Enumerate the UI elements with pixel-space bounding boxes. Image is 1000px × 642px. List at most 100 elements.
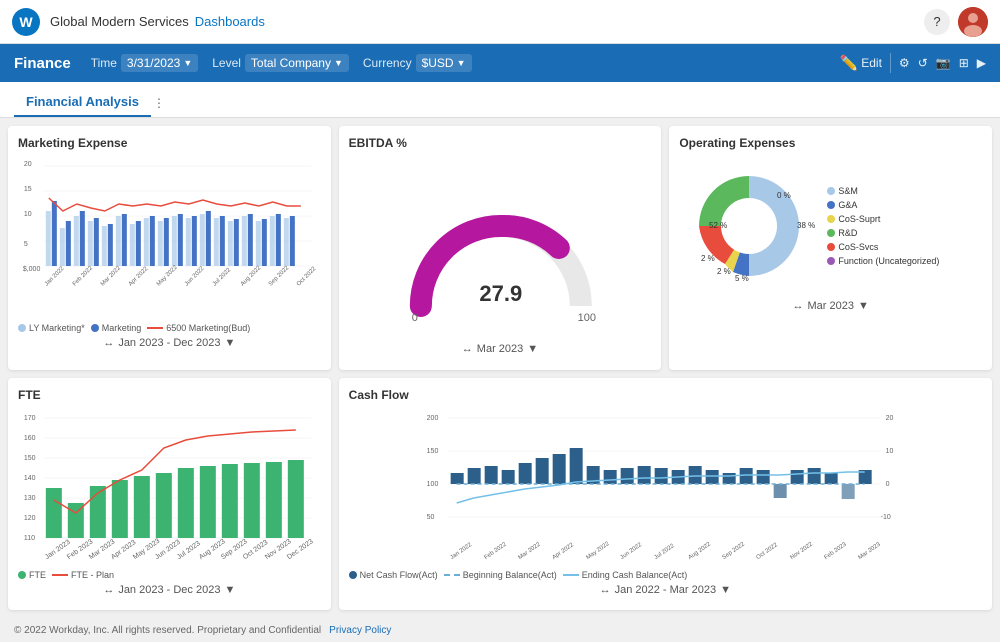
cashflow-footer[interactable]: ↔ Jan 2022 - Mar 2023 ▼	[349, 584, 982, 596]
refresh-button[interactable]: ↺	[918, 56, 928, 70]
svg-text:Feb 2023: Feb 2023	[823, 541, 848, 561]
svg-text:15: 15	[24, 186, 32, 193]
svg-text:150: 150	[426, 448, 438, 455]
privacy-policy-link[interactable]: Privacy Policy	[329, 625, 391, 636]
svg-text:50: 50	[426, 514, 434, 521]
svg-text:May 2022: May 2022	[585, 540, 611, 560]
svg-text:Jun 2022: Jun 2022	[619, 541, 643, 560]
svg-text:200: 200	[426, 415, 438, 422]
time-value[interactable]: 3/31/2023 ▼	[121, 54, 198, 72]
company-name: Global Modern Services	[50, 14, 189, 29]
svg-text:2 %: 2 %	[717, 267, 731, 276]
svg-text:5: 5	[24, 241, 28, 248]
opex-footer-caret: ▼	[858, 300, 869, 312]
svg-text:$,000: $,000	[23, 266, 41, 273]
svg-text:170: 170	[24, 415, 36, 422]
svg-text:-10: -10	[880, 514, 890, 521]
currency-filter: Currency $USD ▼	[363, 54, 472, 72]
level-filter: Level Total Company ▼	[212, 54, 349, 72]
dashboards-link[interactable]: Dashboards	[195, 14, 265, 29]
svg-text:52 %: 52 %	[709, 221, 727, 230]
cashflow-title: Cash Flow	[349, 388, 982, 402]
filter-button[interactable]: ⚙	[899, 56, 910, 70]
cashflow-footer-arrow: ↔	[600, 584, 611, 596]
svg-text:130: 130	[24, 495, 36, 502]
svg-text:160: 160	[24, 435, 36, 442]
svg-text:Feb 2022: Feb 2022	[72, 265, 95, 288]
svg-text:Sep 2022: Sep 2022	[268, 265, 291, 288]
marketing-expense-card: Marketing Expense 20 15 10 5 $,000	[8, 126, 331, 370]
svg-text:Oct 2022: Oct 2022	[755, 541, 779, 560]
svg-text:0: 0	[411, 312, 417, 324]
svg-text:Nov 2022: Nov 2022	[789, 541, 814, 561]
camera-icon: 📷	[936, 56, 951, 70]
svg-text:Apr 2022: Apr 2022	[128, 266, 150, 288]
svg-text:May 2022: May 2022	[156, 264, 179, 287]
fte-footer-caret: ▼	[224, 584, 235, 596]
svg-text:5 %: 5 %	[735, 274, 749, 283]
marketing-footer-caret: ▼	[224, 337, 235, 349]
svg-text:Jul 2022: Jul 2022	[212, 267, 233, 288]
svg-text:0 %: 0 %	[777, 191, 791, 200]
svg-text:27.9: 27.9	[479, 281, 522, 306]
svg-text:110: 110	[24, 535, 35, 542]
svg-text:20: 20	[24, 161, 32, 168]
svg-text:Oct 2022: Oct 2022	[296, 266, 318, 288]
camera-button[interactable]: 📷	[936, 56, 951, 70]
operating-expenses-chart: 0 % 38 % 2 % 52 % 5 % 2 %	[679, 156, 819, 296]
ebitda-footer-caret: ▼	[527, 343, 538, 355]
currency-label: Currency	[363, 56, 412, 70]
finance-title: Finance	[14, 55, 71, 72]
time-caret: ▼	[183, 58, 192, 68]
opex-footer[interactable]: ↔ Mar 2023 ▼	[679, 300, 982, 312]
grid-button[interactable]: ⊞	[959, 56, 969, 70]
svg-text:10: 10	[885, 448, 893, 455]
tab-menu-icon[interactable]: ⋮	[153, 95, 169, 111]
svg-text:140: 140	[24, 475, 36, 482]
cashflow-card: Cash Flow 200 150 100 50 20 10 0 -10	[339, 378, 992, 611]
marketing-footer[interactable]: ↔ Jan 2023 - Dec 2023 ▼	[18, 337, 321, 349]
marketing-expense-chart: 20 15 10 5 $,000	[18, 156, 321, 316]
currency-caret: ▼	[457, 58, 466, 68]
svg-text:38 %: 38 %	[797, 221, 815, 230]
time-label: Time	[91, 56, 117, 70]
operating-expenses-title: Operating Expenses	[679, 136, 982, 150]
svg-text:Mar 2023: Mar 2023	[857, 541, 882, 561]
pencil-icon: ✏️	[840, 54, 859, 72]
svg-text:2 %: 2 %	[701, 254, 715, 263]
operating-expenses-card: Operating Expenses 0 %	[669, 126, 992, 370]
video-icon: ▶	[977, 56, 986, 70]
fte-footer[interactable]: ↔ Jan 2023 - Dec 2023 ▼	[18, 584, 321, 596]
svg-text:Aug 2022: Aug 2022	[240, 265, 263, 288]
fte-legend: FTE FTE - Plan	[18, 570, 321, 580]
ebitda-footer[interactable]: ↔ Mar 2023 ▼	[349, 343, 652, 355]
financial-analysis-tab[interactable]: Financial Analysis	[14, 88, 151, 117]
svg-text:10: 10	[24, 211, 32, 218]
marketing-legend: LY Marketing* Marketing 6500 Marketing(B…	[18, 323, 321, 333]
finance-bar: Finance Time 3/31/2023 ▼ Level Total Com…	[0, 44, 1000, 82]
svg-text:Apr 2022: Apr 2022	[551, 541, 575, 560]
ebitda-card: EBITDA % 27.9 0 100 ↔ Mar 2023 ▼	[339, 126, 662, 370]
svg-text:Jul 2022: Jul 2022	[653, 542, 676, 560]
svg-text:Sep 2022: Sep 2022	[721, 541, 746, 561]
svg-text:Aug 2022: Aug 2022	[687, 541, 712, 561]
level-value[interactable]: Total Company ▼	[245, 54, 349, 72]
svg-text:100: 100	[577, 312, 595, 324]
edit-button[interactable]: ✏️ Edit	[840, 54, 882, 72]
video-button[interactable]: ▶	[977, 56, 986, 70]
tab-bar: Financial Analysis ⋮	[0, 82, 1000, 118]
svg-text:Jan 2022: Jan 2022	[44, 265, 66, 287]
svg-text:Mar 2022: Mar 2022	[517, 541, 542, 561]
svg-text:Mar 2022: Mar 2022	[100, 265, 123, 288]
fte-card: FTE 170 160 150 140 130 120 110	[8, 378, 331, 611]
filter-icon: ⚙	[899, 56, 910, 70]
svg-text:Feb 2022: Feb 2022	[483, 541, 508, 561]
ebitda-title: EBITDA %	[349, 136, 652, 150]
fte-footer-arrow: ↔	[103, 584, 114, 596]
time-filter: Time 3/31/2023 ▼	[91, 54, 199, 72]
currency-value[interactable]: $USD ▼	[416, 54, 472, 72]
user-avatar[interactable]	[958, 7, 988, 37]
help-icon[interactable]: ?	[924, 9, 950, 35]
level-caret: ▼	[334, 58, 343, 68]
svg-text:20: 20	[885, 415, 893, 422]
